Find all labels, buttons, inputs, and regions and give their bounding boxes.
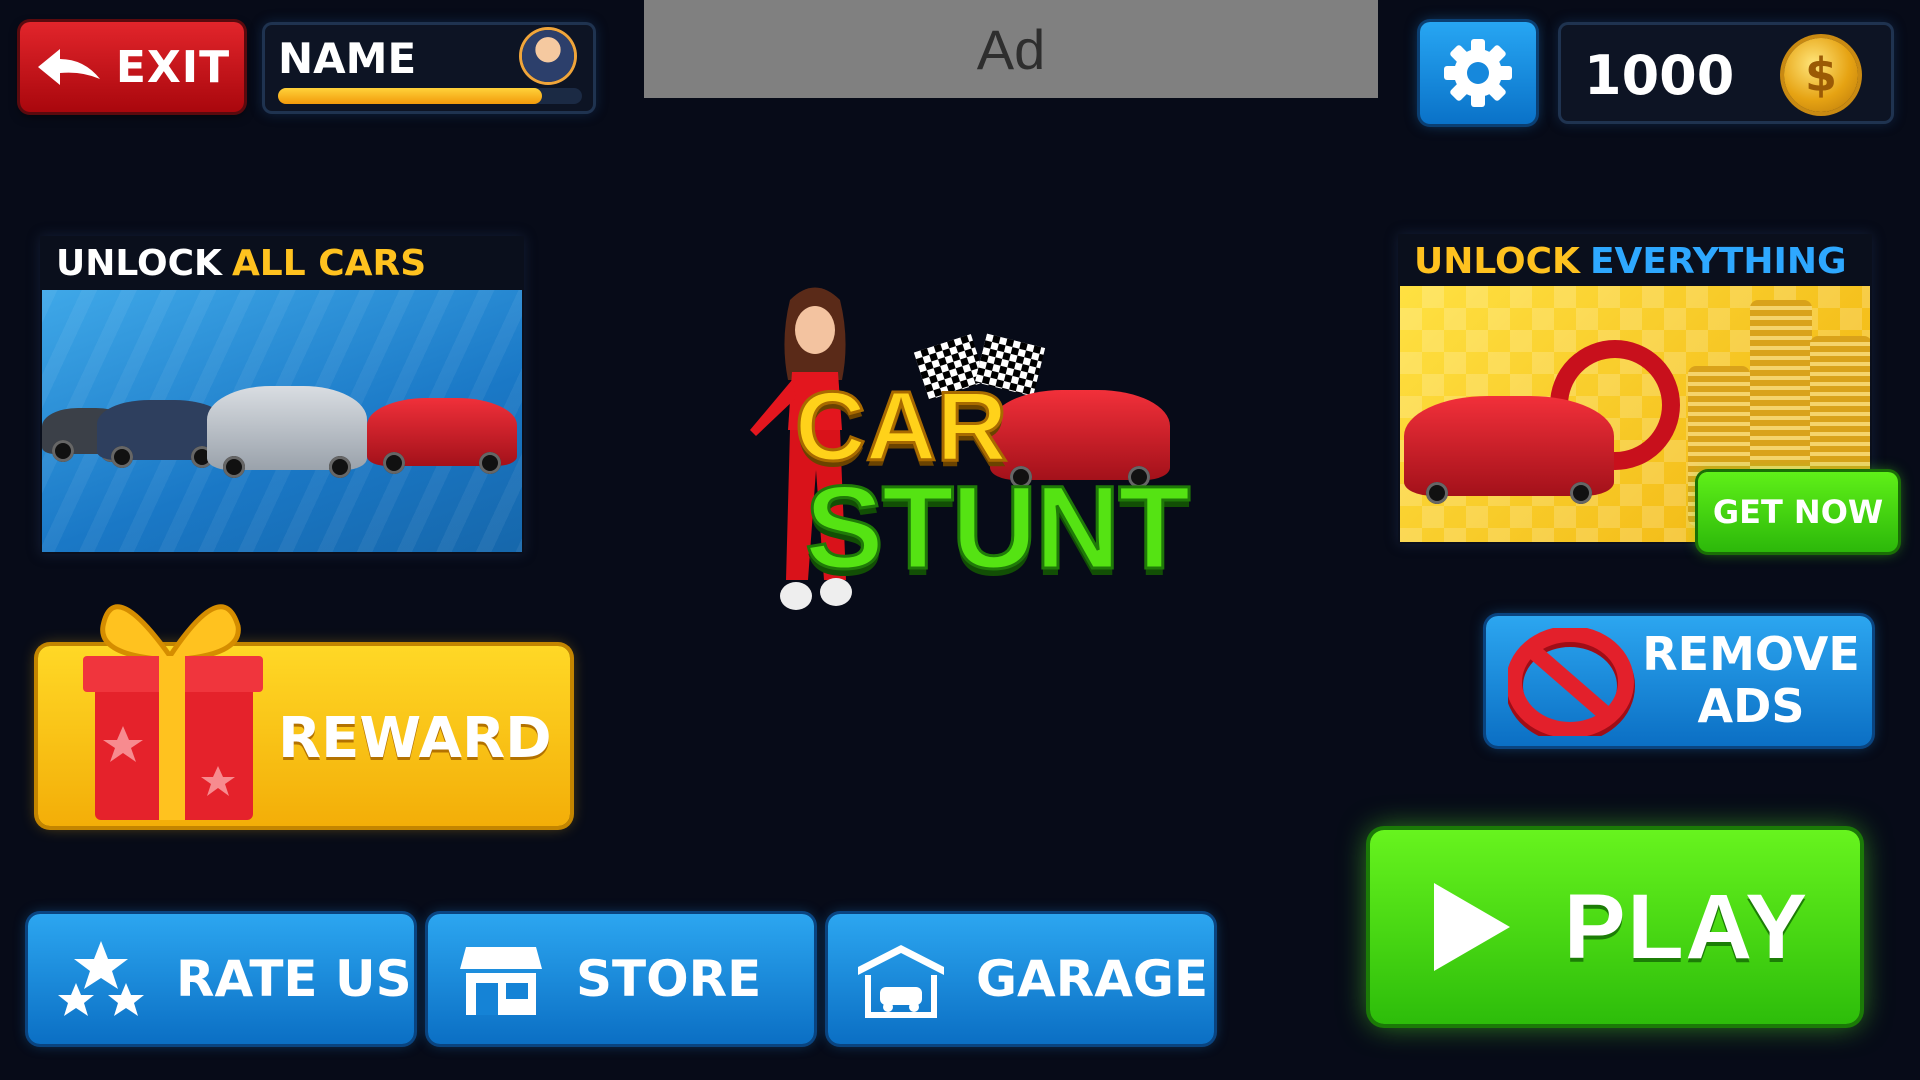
remove-ads-button[interactable]: REMOVE ADS <box>1486 616 1872 746</box>
exit-button[interactable]: EXIT <box>20 22 244 112</box>
reward-button[interactable]: REWARD <box>38 604 570 826</box>
title-everything: EVERYTHING <box>1589 240 1847 282</box>
reward-label: REWARD <box>278 706 552 771</box>
play-icon <box>1434 883 1510 971</box>
exit-label: EXIT <box>115 41 231 93</box>
coin-balance: 1000 <box>1584 44 1735 107</box>
car-image <box>207 386 367 478</box>
back-arrow-icon <box>37 49 100 85</box>
car-image <box>1404 396 1614 504</box>
player-name: NAME <box>278 34 417 83</box>
unlock-everything-title: UNLOCK EVERYTHING <box>1414 234 1847 288</box>
remove-ads-label: REMOVE ADS <box>1636 628 1866 732</box>
title-unlock: UNLOCK <box>1414 240 1580 282</box>
ad-banner[interactable]: Ad <box>644 0 1378 98</box>
garage-button[interactable]: GARAGE <box>828 914 1214 1044</box>
gear-icon <box>1444 39 1512 107</box>
rate-us-button[interactable]: RATE US <box>28 914 414 1044</box>
gift-icon <box>83 604 263 820</box>
no-sign-icon <box>1508 628 1635 736</box>
player-name-panel[interactable]: NAME <box>262 22 596 114</box>
play-button[interactable]: PLAY <box>1370 830 1860 1024</box>
settings-button[interactable] <box>1420 22 1536 124</box>
garage-icon <box>858 945 944 1018</box>
stars-icon <box>58 941 144 1016</box>
garage-label: GARAGE <box>976 950 1209 1008</box>
store-label: STORE <box>576 950 762 1008</box>
store-button[interactable]: STORE <box>428 914 814 1044</box>
title-unlock: UNLOCK <box>56 242 222 284</box>
game-logo: CAR STUNT <box>680 260 1200 640</box>
get-now-button[interactable]: GET NOW <box>1698 472 1898 552</box>
unlock-all-cars-card[interactable]: UNLOCK ALL CARS <box>40 236 524 554</box>
xp-bar-fill <box>278 88 542 104</box>
ad-label: Ad <box>976 17 1046 81</box>
logo-stunt: STUNT <box>803 461 1191 596</box>
title-all-cars: ALL CARS <box>231 242 427 284</box>
rate-us-label: RATE US <box>176 950 412 1008</box>
coin-icon: $ <box>1784 38 1858 112</box>
store-icon <box>460 947 542 1015</box>
unlock-all-cars-title: UNLOCK ALL CARS <box>56 236 426 290</box>
play-label: PLAY <box>1564 875 1809 978</box>
remove-ads-line2: ADS <box>1697 679 1805 733</box>
coin-balance-panel: 1000 $ <box>1558 22 1894 124</box>
cars-lineup-image <box>42 290 522 552</box>
avatar-icon <box>522 30 574 82</box>
remove-ads-line1: REMOVE <box>1642 627 1860 681</box>
car-image <box>367 398 517 474</box>
